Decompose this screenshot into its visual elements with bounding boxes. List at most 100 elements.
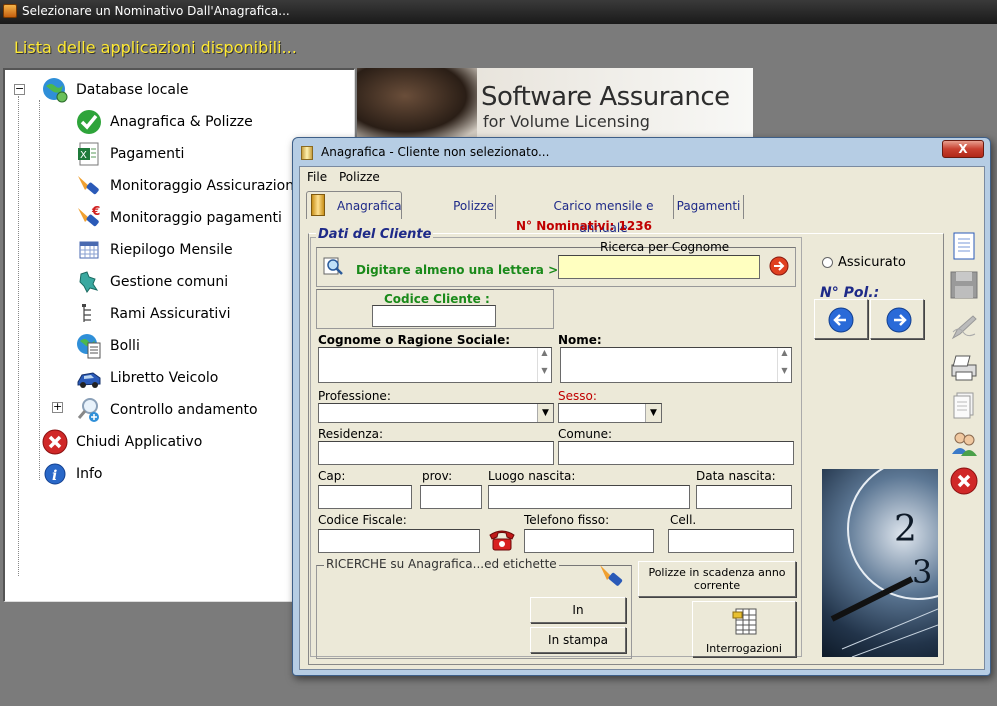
tab-label: Pagamenti [676,199,741,213]
close-red-icon [950,467,978,495]
new-document-button[interactable] [948,231,980,263]
dialog-client-area: File Polizze Anagrafica Polizze Carico m… [299,166,985,670]
tree-item-label: Controllo andamento [110,402,258,418]
menu-file[interactable]: File [307,170,327,184]
svg-text:X: X [80,150,87,161]
car-icon [75,364,103,392]
nome-input[interactable]: ▲ ▼ [560,347,792,383]
tree-item-libretto-veicolo[interactable]: Libretto Veicolo [75,364,218,392]
anagrafica-dialog: Anagrafica - Cliente non selezionato... … [292,137,991,676]
tree-item-anagrafica[interactable]: Anagrafica & Polizze [75,108,253,136]
tree-item-monitoraggio-assicurazioni[interactable]: Monitoraggio Assicurazioni [75,172,298,200]
save-button[interactable] [948,269,980,301]
nominativi-count: N° Nominativi: 1236 [516,219,652,233]
luogo-nascita-input[interactable] [488,485,690,509]
codice-cliente-input[interactable] [372,305,496,327]
codice-fiscale-input[interactable] [318,529,480,553]
tree-item-riepilogo-mensile[interactable]: Riepilogo Mensile [75,236,233,264]
nome-label: Nome: [558,333,602,347]
tab-label: Anagrafica [337,199,402,213]
assicurato-radio[interactable] [822,257,833,268]
svg-text:3: 3 [912,553,932,591]
tree-item-info[interactable]: i Info [41,460,103,488]
ricerca-cognome-input[interactable] [558,255,760,279]
menu-polizze[interactable]: Polizze [339,170,380,184]
cap-label: Cap: [318,469,346,483]
tab-carico-mensile[interactable]: Carico mensile e annuale [496,195,674,235]
comune-label: Comune: [558,427,613,441]
cell-input[interactable] [668,529,794,553]
tree-item-bolli[interactable]: Bolli [75,332,140,360]
next-button[interactable] [870,299,924,339]
pages-icon [953,392,974,419]
edit-button[interactable] [948,311,980,343]
comune-input[interactable] [558,441,794,465]
page-title: Lista delle applicazioni disponibili... [14,38,297,57]
data-nascita-input[interactable] [696,485,792,509]
pen-icon [951,315,977,340]
tree-item-rami-assicurativi[interactable]: Rami Assicurativi [75,300,231,328]
tree-item-label: Pagamenti [110,146,185,162]
tree-item-monitoraggio-pagamenti[interactable]: € Monitoraggio pagamenti [75,204,282,232]
list-button[interactable] [948,389,980,421]
tree-item-pagamenti[interactable]: X Pagamenti [75,140,184,168]
chevron-down-icon: ▼ [537,404,553,422]
map-icon [75,268,103,296]
document-globe-icon [75,332,103,360]
flashlight-icon[interactable] [596,561,626,591]
tab-anagrafica[interactable]: Anagrafica [306,191,402,219]
sesso-select[interactable]: ▼ [558,403,662,423]
in-stampa-button[interactable]: In stampa [530,627,626,653]
tree-structure-icon [75,300,103,328]
tree-item-label: Monitoraggio Assicurazioni [110,178,299,194]
tree-item-label: Libretto Veicolo [110,370,219,386]
chevron-down-icon: ▼ [645,404,661,422]
prov-label: prov: [422,469,453,483]
telefono-input[interactable] [524,529,654,553]
in-visualizzazione-button[interactable]: In visualizzazione [530,597,626,641]
tab-label: Polizze [453,199,494,213]
flashlight-euro-icon: € [75,204,103,232]
ricerche-label: RICERCHE su Anagrafica...ed etichette [324,557,559,571]
polizze-scadenza-button[interactable]: Polizze in scadenza anno corrente [638,561,796,597]
tree-item-chiudi-applicativo[interactable]: Chiudi Applicativo [41,428,202,456]
cap-input[interactable] [318,485,412,509]
residenza-input[interactable] [318,441,554,465]
clock-illustration: 2 3 [830,469,938,657]
arrow-right-icon [885,306,913,337]
previous-button[interactable] [814,299,868,339]
book-icon [301,146,313,160]
cognome-scrollbar[interactable]: ▲ ▼ [537,348,551,382]
close-button[interactable]: X [942,140,984,158]
tree-item-controllo-andamento[interactable]: Controllo andamento [75,396,258,424]
tree-item-label: Anagrafica & Polizze [110,114,253,130]
collapse-root-toggle[interactable]: − [14,83,25,95]
professione-select[interactable]: ▼ [318,403,554,423]
group-title: Dati del Cliente [316,227,434,242]
interrogazioni-button[interactable]: Interrogazioni [692,601,796,657]
expand-controllo-toggle[interactable]: + [52,401,63,413]
ricerca-cognome-label: Ricerca per Cognome [600,240,730,254]
tree-connector [18,96,19,576]
tree-item-gestione-comuni[interactable]: Gestione comuni [75,268,228,296]
arrow-left-icon [827,306,855,337]
menu-bar: File Polizze [300,167,984,185]
folder-icon [311,194,325,216]
close-form-button[interactable] [948,465,980,497]
cognome-input[interactable]: ▲ ▼ [318,347,552,383]
cell-label: Cell. [670,513,697,527]
prov-input[interactable] [420,485,482,509]
app-icon [3,4,17,18]
users-button[interactable] [948,427,980,459]
search-go-icon[interactable] [768,255,790,277]
tab-polizze[interactable]: Polizze [402,195,496,219]
window-title: Selezionare un Nominativo Dall'Anagrafic… [22,4,290,18]
phone-icon[interactable] [486,525,518,553]
nome-scrollbar[interactable]: ▲ ▼ [777,348,791,382]
tree-root-database-locale[interactable]: Database locale [41,76,189,104]
flashlight-icon [75,172,103,200]
tab-pagamenti[interactable]: Pagamenti [674,195,744,219]
cognome-label: Cognome o Ragione Sociale: [318,333,511,347]
search-icon[interactable] [322,255,344,277]
print-button[interactable] [948,351,980,383]
